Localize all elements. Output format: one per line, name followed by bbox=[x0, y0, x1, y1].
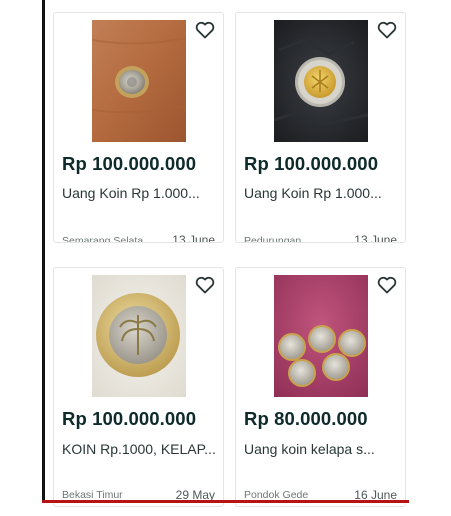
listing-price: Rp 80.000.000 bbox=[244, 408, 368, 429]
favorite-heart-icon[interactable] bbox=[377, 21, 397, 39]
listing-location: Semarang Selata... bbox=[62, 235, 152, 243]
listing-card[interactable]: Rp 100.000.000 Uang Koin Rp 1.000... Ped… bbox=[235, 12, 406, 243]
listing-title[interactable]: Uang koin kelapa s... bbox=[244, 441, 402, 457]
listing-price: Rp 100.000.000 bbox=[244, 153, 379, 174]
five-coins-photo bbox=[274, 275, 368, 397]
listing-title[interactable]: Uang Koin Rp 1.000... bbox=[62, 185, 220, 201]
listing-date: 13 June bbox=[354, 233, 397, 243]
listing-title[interactable]: Uang Koin Rp 1.000... bbox=[244, 185, 402, 201]
listing-title[interactable]: KOIN Rp.1000, KELAP... bbox=[62, 441, 220, 457]
listing-price: Rp 100.000.000 bbox=[62, 153, 197, 174]
screenshot-bottom-edge bbox=[42, 500, 409, 503]
coin-on-wood-photo bbox=[92, 20, 186, 142]
listing-photo[interactable] bbox=[274, 20, 368, 142]
listing-photo[interactable] bbox=[274, 275, 368, 397]
favorite-heart-icon[interactable] bbox=[195, 21, 215, 39]
listing-date: 13 June bbox=[172, 233, 215, 243]
listing-photo[interactable] bbox=[92, 20, 186, 142]
listing-photo[interactable] bbox=[92, 275, 186, 397]
bimetal-coin-photo bbox=[92, 275, 186, 397]
coin-on-leather-photo bbox=[274, 20, 368, 142]
listing-location: Pedurungan bbox=[244, 235, 302, 243]
favorite-heart-icon[interactable] bbox=[195, 276, 215, 294]
screenshot-left-edge bbox=[42, 0, 45, 502]
listing-card[interactable]: Rp 80.000.000 Uang koin kelapa s... Pond… bbox=[235, 267, 406, 507]
favorite-heart-icon[interactable] bbox=[377, 276, 397, 294]
listing-card[interactable]: Rp 100.000.000 Uang Koin Rp 1.000... Sem… bbox=[53, 12, 224, 243]
listing-card[interactable]: Rp 100.000.000 KOIN Rp.1000, KELAP... Be… bbox=[53, 267, 224, 507]
listing-price: Rp 100.000.000 bbox=[62, 408, 197, 429]
